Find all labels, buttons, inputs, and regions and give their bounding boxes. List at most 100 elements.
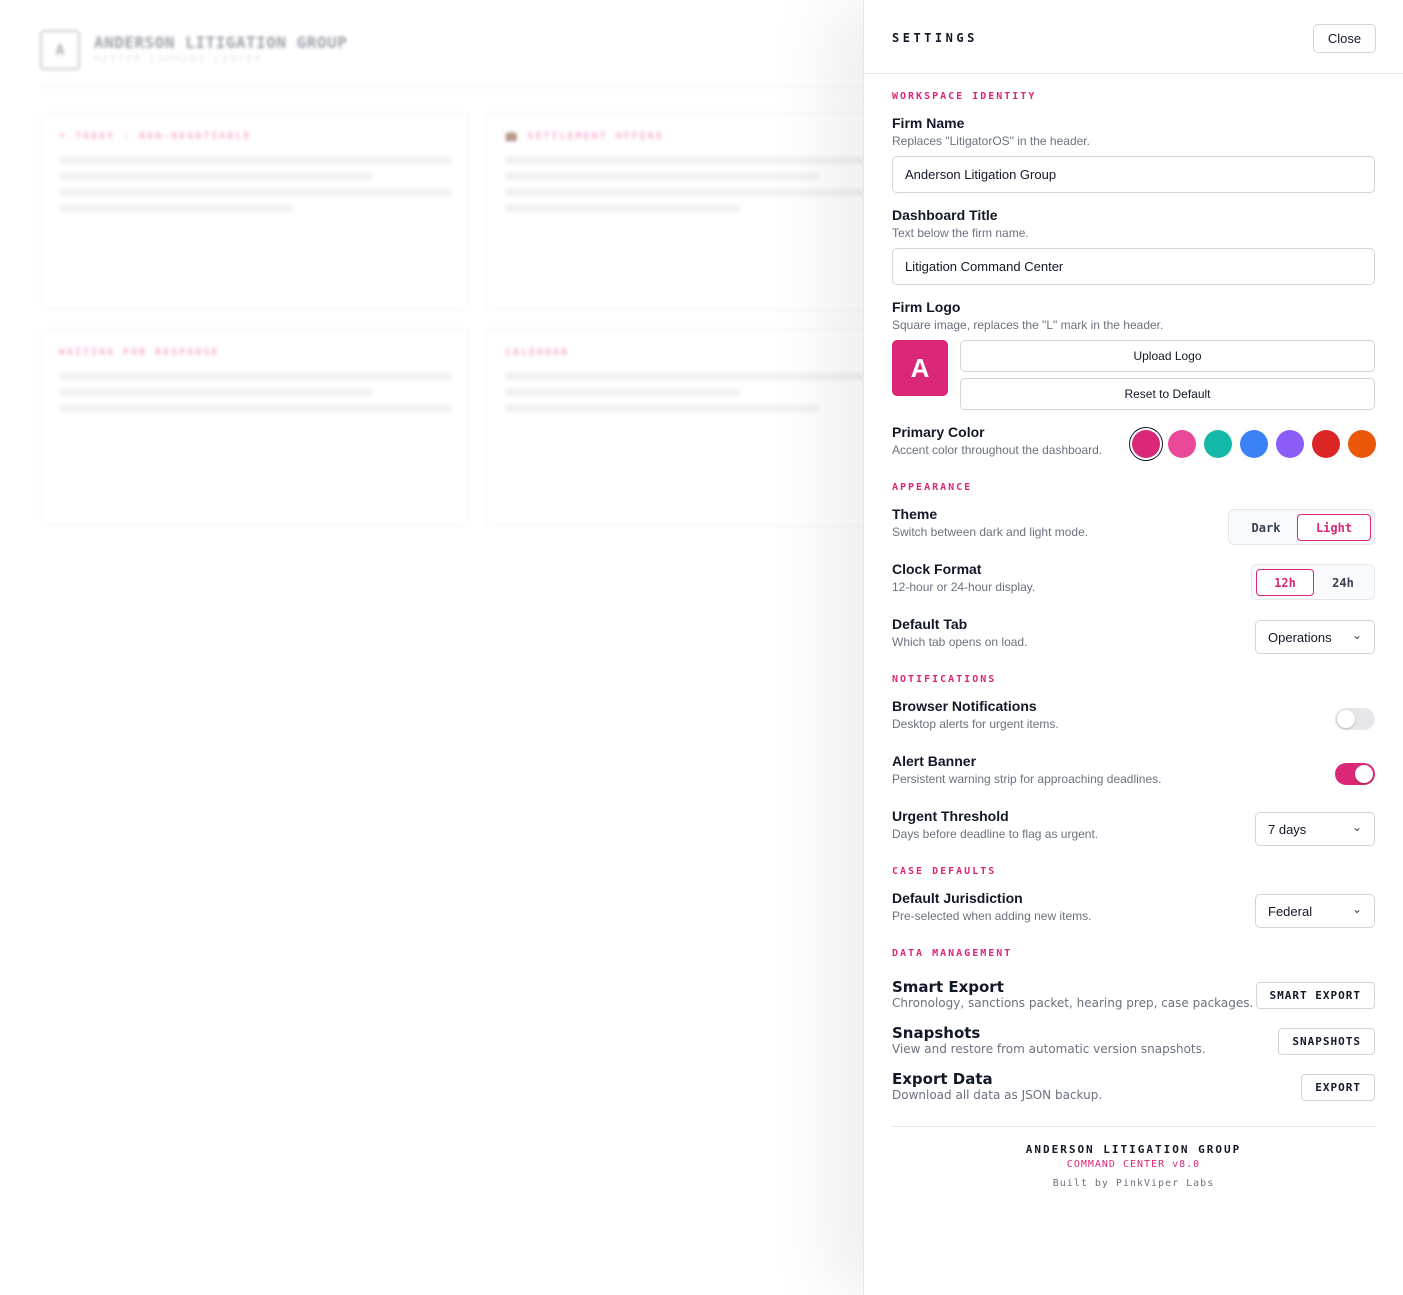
- browser-notifications-toggle[interactable]: [1335, 708, 1375, 730]
- color-swatch[interactable]: [1132, 430, 1160, 458]
- section-appearance: APPEARANCE: [892, 482, 973, 493]
- placeholder-line: [505, 373, 897, 380]
- footer-credit: Built by PinkViper Labs: [1052, 1178, 1215, 1189]
- placeholder-line: [505, 173, 819, 180]
- theme-option-light[interactable]: Light: [1297, 514, 1371, 541]
- color-swatch[interactable]: [1240, 430, 1268, 458]
- placeholder-line: [505, 389, 740, 396]
- default-jurisdiction-value: Federal: [1268, 904, 1313, 919]
- color-swatch[interactable]: [1312, 430, 1340, 458]
- section-case-defaults: CASE DEFAULTS: [892, 866, 997, 877]
- default-tab-value: Operations: [1268, 630, 1332, 645]
- section-notifications: NOTIFICATIONS: [892, 674, 997, 685]
- placeholder-line: [59, 373, 451, 380]
- theme-label: Theme: [892, 506, 938, 522]
- logo-preview: A: [892, 340, 948, 396]
- browser-notifications-help: Desktop alerts for urgent items.: [892, 717, 1059, 731]
- default-jurisdiction-label: Default Jurisdiction: [892, 890, 1023, 906]
- color-swatch[interactable]: [1348, 430, 1376, 458]
- placeholder-line: [505, 189, 897, 196]
- primary-color-label: Primary Color: [892, 424, 985, 440]
- alert-banner-toggle[interactable]: [1335, 763, 1375, 785]
- placeholder-line: [505, 405, 819, 412]
- card-waiting-for-response: WAITING FOR RESPONSE: [40, 328, 469, 526]
- toggle-knob: [1355, 765, 1373, 783]
- export-data-label: Export Data: [892, 1070, 993, 1088]
- card-title: WAITING FOR RESPONSE: [59, 347, 220, 358]
- card-calendar: CALENDAR: [486, 328, 915, 526]
- section-data-management: DATA MANAGEMENT: [892, 948, 1013, 959]
- smart-export-help: Chronology, sanctions packet, hearing pr…: [892, 996, 1254, 1010]
- theme-toggle: Dark Light: [1228, 509, 1375, 545]
- urgent-threshold-select[interactable]: 7 days ⌄: [1255, 812, 1375, 846]
- card-title: 💼 SETTLEMENT OFFERS: [505, 131, 664, 142]
- primary-color-help: Accent color throughout the dashboard.: [892, 443, 1103, 457]
- smart-export-label: Smart Export: [892, 978, 1004, 996]
- dashboard-title-input[interactable]: [892, 248, 1375, 285]
- clock-format-toggle: 12h 24h: [1251, 564, 1375, 600]
- firm-name-input[interactable]: [892, 156, 1375, 193]
- reset-logo-button[interactable]: Reset to Default: [960, 378, 1375, 410]
- smart-export-button[interactable]: SMART EXPORT: [1255, 982, 1375, 1009]
- toggle-knob: [1337, 710, 1355, 728]
- export-data-help: Download all data as JSON backup.: [892, 1088, 1103, 1102]
- close-button[interactable]: Close: [1313, 24, 1376, 53]
- browser-notifications-label: Browser Notifications: [892, 698, 1037, 714]
- color-swatch[interactable]: [1168, 430, 1196, 458]
- firm-name-label: Firm Name: [892, 115, 965, 131]
- settings-header: SETTINGS Close: [864, 0, 1403, 74]
- alert-banner-help: Persistent warning strip for approaching…: [892, 772, 1162, 786]
- clock-option-24h[interactable]: 24h: [1314, 569, 1372, 596]
- firm-logo-label: Firm Logo: [892, 299, 961, 315]
- urgent-threshold-value: 7 days: [1268, 822, 1307, 837]
- clock-format-label: Clock Format: [892, 561, 982, 577]
- settings-panel: SETTINGS Close WORKSPACE IDENTITY Firm N…: [863, 0, 1403, 1295]
- chevron-down-icon: ⌄: [1351, 628, 1362, 642]
- clock-format-help: 12-hour or 24-hour display.: [892, 580, 1036, 594]
- placeholder-line: [505, 157, 897, 164]
- card-today: • TODAY · NON-NEGOTIABLE: [40, 112, 469, 310]
- color-swatch[interactable]: [1204, 430, 1232, 458]
- upload-logo-button[interactable]: Upload Logo: [960, 340, 1375, 372]
- alert-banner-label: Alert Banner: [892, 753, 977, 769]
- placeholder-line: [59, 389, 373, 396]
- chevron-down-icon: ⌄: [1351, 902, 1362, 916]
- clock-option-12h[interactable]: 12h: [1256, 569, 1314, 596]
- urgent-threshold-label: Urgent Threshold: [892, 808, 1009, 824]
- default-jurisdiction-select[interactable]: Federal ⌄: [1255, 894, 1375, 928]
- settings-title: SETTINGS: [892, 31, 978, 45]
- snapshots-help: View and restore from automatic version …: [892, 1042, 1206, 1056]
- theme-option-dark[interactable]: Dark: [1233, 514, 1299, 541]
- dashboard-firm-name: ANDERSON LITIGATION GROUP: [94, 33, 348, 52]
- theme-help: Switch between dark and light mode.: [892, 525, 1089, 539]
- card-title: CALENDAR: [505, 347, 570, 358]
- snapshots-button[interactable]: SNAPSHOTS: [1278, 1028, 1375, 1055]
- chevron-down-icon: ⌄: [1351, 820, 1362, 834]
- footer-firm-name: ANDERSON LITIGATION GROUP: [1025, 1143, 1242, 1156]
- snapshots-label: Snapshots: [892, 1024, 981, 1042]
- dashboard-title-label: Dashboard Title: [892, 207, 998, 223]
- urgent-threshold-help: Days before deadline to flag as urgent.: [892, 827, 1099, 841]
- default-tab-help: Which tab opens on load.: [892, 635, 1028, 649]
- default-jurisdiction-help: Pre-selected when adding new items.: [892, 909, 1092, 923]
- card-title: • TODAY · NON-NEGOTIABLE: [59, 131, 252, 142]
- section-workspace-identity: WORKSPACE IDENTITY: [892, 91, 1037, 102]
- firm-logo-help: Square image, replaces the "L" mark in t…: [892, 318, 1164, 332]
- firm-name-help: Replaces "LitigatorOS" in the header.: [892, 134, 1090, 148]
- default-tab-select[interactable]: Operations ⌄: [1255, 620, 1375, 654]
- placeholder-line: [59, 405, 451, 412]
- default-tab-label: Default Tab: [892, 616, 968, 632]
- export-data-button[interactable]: EXPORT: [1301, 1074, 1375, 1101]
- placeholder-line: [59, 189, 451, 196]
- card-settlement-offers: 💼 SETTLEMENT OFFERS: [486, 112, 915, 310]
- placeholder-line: [59, 205, 294, 212]
- color-swatch[interactable]: [1276, 430, 1304, 458]
- footer-version: COMMAND CENTER v8.0: [1066, 1159, 1201, 1170]
- footer-divider: [892, 1126, 1375, 1127]
- dashboard-title-help: Text below the firm name.: [892, 226, 1029, 240]
- dashboard-subtitle: MASTER COMMAND CENTER: [94, 54, 263, 65]
- placeholder-line: [505, 205, 740, 212]
- placeholder-line: [59, 173, 373, 180]
- placeholder-line: [59, 157, 451, 164]
- firm-logo-mark: A: [40, 30, 80, 70]
